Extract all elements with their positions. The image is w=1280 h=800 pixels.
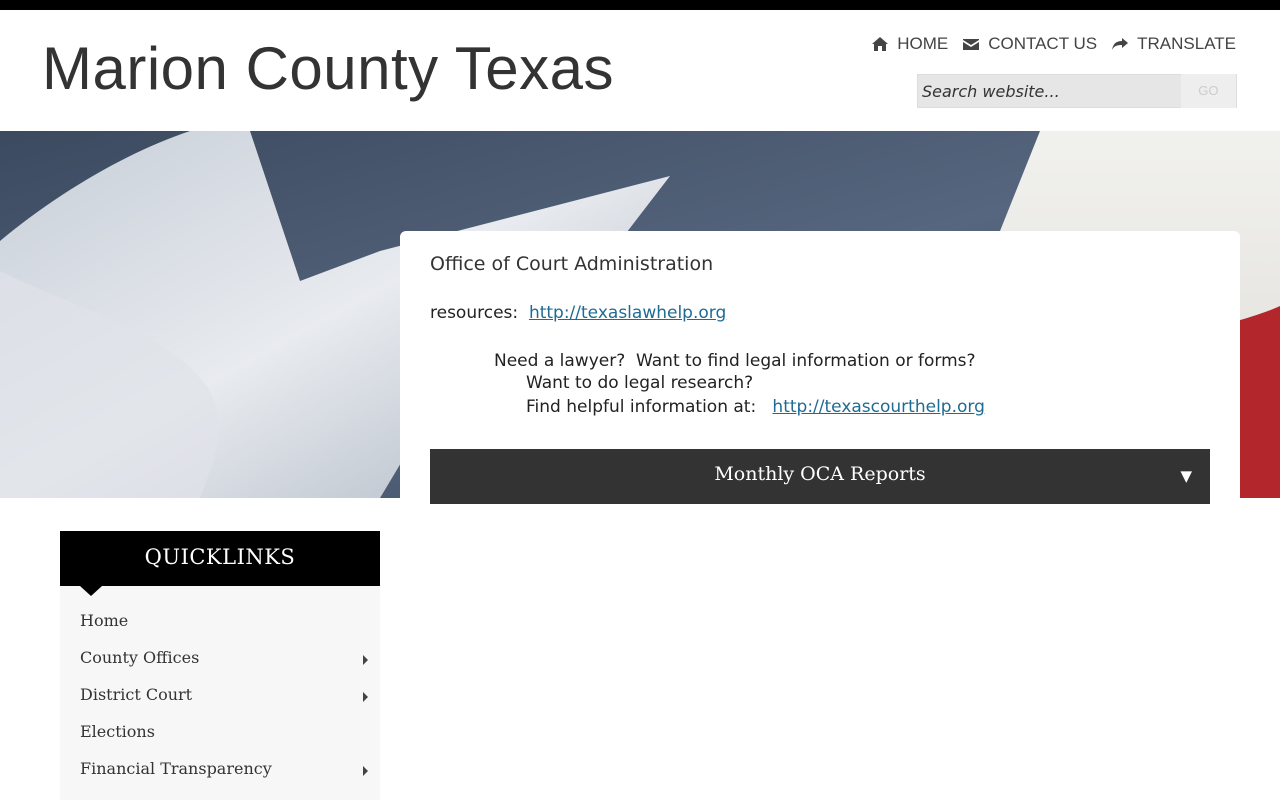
quicklinks-title: QUICKLINKS xyxy=(144,545,296,569)
resources-line: resources: http://texaslawhelp.org xyxy=(430,303,726,323)
top-nav: HOME CONTACT US TRANSLATE xyxy=(871,34,1236,54)
resources-label: resources: xyxy=(430,303,519,323)
helpful-info-label: Find helpful information at: xyxy=(526,397,757,417)
contact-us-label: CONTACT US xyxy=(988,34,1098,53)
caret-right-icon xyxy=(363,766,368,776)
quicklink-county-offices[interactable]: County Offices xyxy=(60,639,380,676)
texaslawhelp-link[interactable]: http://texaslawhelp.org xyxy=(529,303,726,323)
quicklink-label: County Offices xyxy=(80,648,200,667)
quicklink-home[interactable]: Home xyxy=(60,602,380,639)
contact-us-link[interactable]: CONTACT US xyxy=(962,34,1097,54)
quicklink-label: District Court xyxy=(80,685,193,704)
search-input[interactable] xyxy=(918,75,1181,107)
monthly-oca-reports-accordion[interactable]: Monthly OCA Reports ▼ xyxy=(430,449,1210,504)
site-title[interactable]: Marion County Texas xyxy=(42,34,614,103)
quicklinks-list: Home County Offices District Court Elect… xyxy=(60,602,380,787)
legal-help-line-1: Need a lawyer? Want to find legal inform… xyxy=(494,351,976,371)
content-panel: Office of Court Administration resources… xyxy=(400,231,1240,531)
translate-link[interactable]: TRANSLATE xyxy=(1111,34,1236,54)
quicklink-label: Home xyxy=(80,611,129,630)
home-link-label: HOME xyxy=(897,34,949,53)
envelope-icon xyxy=(963,39,980,50)
legal-help-line-3: Find helpful information at: http://texa… xyxy=(526,397,985,417)
search-box: GO xyxy=(917,74,1237,108)
search-go-button[interactable]: GO xyxy=(1180,74,1236,108)
quicklink-label: Financial Transparency xyxy=(80,759,272,778)
legal-help-line-2: Want to do legal research? xyxy=(526,373,754,393)
texascourthelp-link[interactable]: http://texascourthelp.org xyxy=(772,397,984,417)
header-notch xyxy=(80,586,102,596)
quicklink-district-court[interactable]: District Court xyxy=(60,676,380,713)
panel-heading: Office of Court Administration xyxy=(430,253,714,275)
accordion-label: Monthly OCA Reports xyxy=(714,463,926,485)
quicklink-financial-transparency[interactable]: Financial Transparency xyxy=(60,750,380,787)
top-bar xyxy=(0,0,1280,10)
chevron-down-icon: ▼ xyxy=(1180,467,1192,485)
caret-right-icon xyxy=(363,655,368,665)
quicklink-elections[interactable]: Elections xyxy=(60,713,380,750)
home-icon xyxy=(872,37,889,51)
share-arrow-icon xyxy=(1112,38,1129,50)
home-link[interactable]: HOME xyxy=(871,34,948,54)
quicklink-label: Elections xyxy=(80,722,155,741)
quicklinks-sidebar: QUICKLINKS Home County Offices District … xyxy=(60,531,380,800)
translate-label: TRANSLATE xyxy=(1137,34,1236,53)
quicklinks-header: QUICKLINKS xyxy=(60,531,380,596)
caret-right-icon xyxy=(363,692,368,702)
